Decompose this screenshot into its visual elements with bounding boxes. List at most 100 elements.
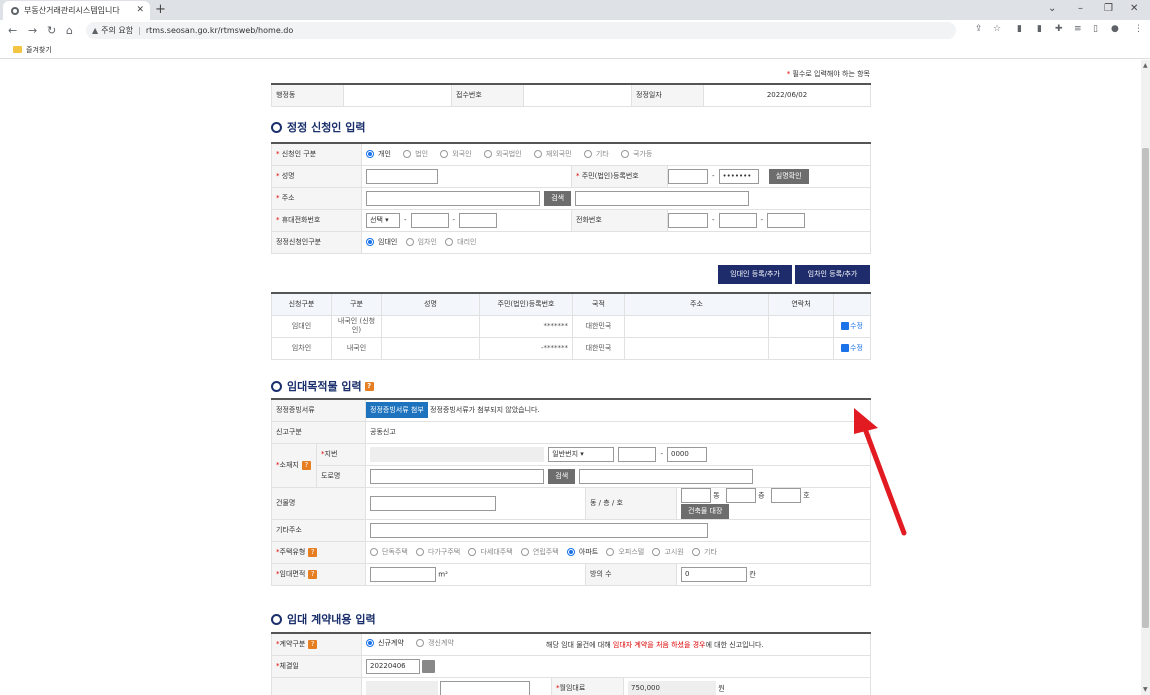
radio-gosiwon[interactable]: 고시원 [652,547,684,557]
help-icon[interactable]: ? [301,461,311,470]
restore-icon[interactable]: ❐ [1104,3,1113,14]
jibun-type-select[interactable]: 일반번지 ▾ [548,446,615,462]
radio-row-house[interactable]: 연립주택 [520,547,559,557]
close-window-icon[interactable]: ✕ [1130,3,1138,14]
address-search-button[interactable]: 검색 [544,190,572,206]
add-lessor-button[interactable]: 임대인 등록/추가 [718,265,792,284]
building-ledger-button[interactable]: 건축물 대장 [681,503,730,519]
calendar-icon[interactable] [422,659,435,673]
radio-apartment[interactable]: 아파트 [566,547,598,557]
etc-address-input[interactable] [370,522,709,538]
tab-search-icon[interactable]: ⌄ [1048,3,1056,14]
rooms-input[interactable]: 0 [681,566,748,582]
applicant-type-label: * 신청인 구분 [271,142,362,166]
radio-new-contract[interactable]: 신규계약 [366,638,404,648]
scroll-up-icon[interactable]: ▲ [1143,62,1148,69]
road-detail-input[interactable] [579,468,754,484]
extension-s-icon[interactable]: ▮ [1037,24,1042,34]
radio-other[interactable]: 기타 [583,149,609,159]
contract-type-label: *계약구분? [271,632,362,656]
name-input[interactable] [366,168,438,184]
radio-lessor[interactable]: 임대인 [366,237,397,247]
edit-link[interactable]: 수정 [841,321,863,331]
signing-date-input[interactable]: 20220406 [366,658,420,674]
home-icon[interactable]: ⌂ [66,24,73,37]
browser-tab[interactable]: 부동산거래관리시스템입니다 ✕ [3,1,150,20]
add-lessee-button[interactable]: 임차인 등록/추가 [795,265,870,284]
radio-individual[interactable]: 개인 [366,149,391,159]
help-icon[interactable]: ? [364,381,374,391]
mobile-last-input[interactable] [459,212,498,228]
reading-list-icon[interactable]: ≡ [1074,24,1082,34]
radio-overseas-korean[interactable]: 재외국민 [533,149,572,159]
building-name-input[interactable] [370,495,497,511]
real-name-check-button[interactable]: 실명확인 [768,168,809,184]
radio-foreign-corp[interactable]: 외국법인 [483,149,522,159]
mobile-prefix-select[interactable]: 선택 ▾ [366,212,400,228]
phone-first-input[interactable] [668,212,708,228]
address-detail-input[interactable] [575,190,750,206]
star-icon[interactable]: ☆ [993,24,1001,34]
circle-bullet-icon [271,121,282,133]
address-input[interactable] [366,190,540,206]
reload-icon[interactable]: ↻ [47,24,56,37]
jibun-sub-input[interactable]: 0000 [667,446,708,462]
monthly-rent-input[interactable]: 750,000 [628,680,716,695]
radio-multi-family[interactable]: 다가구주택 [416,547,460,557]
extension-icon[interactable]: ▮ [1017,24,1022,34]
radio-multiplex[interactable]: 다세대주택 [468,547,513,557]
correction-date-label: 정정일자 [631,83,704,107]
col-header-address: 주소 [624,292,769,316]
puzzle-icon[interactable]: ✚ [1055,24,1063,34]
help-icon[interactable]: ? [308,548,318,557]
edit-link[interactable]: 수정 [841,343,863,353]
scrollbar[interactable]: ▲ ▼ [1141,60,1150,695]
warning-icon: ▲ [92,26,99,35]
radio-house-other[interactable]: 기타 [692,547,717,557]
forward-icon[interactable]: → [28,24,37,37]
admin-dong-value [343,83,452,107]
row-type: 내국인 [331,336,382,360]
share-icon[interactable]: ⇪ [975,24,983,34]
scrollbar-thumb[interactable] [1142,148,1149,628]
scroll-down-icon[interactable]: ▼ [1143,686,1148,693]
minimize-icon[interactable]: – [1078,3,1083,14]
row-nationality: 대한민국 [572,336,625,360]
sidebar-icon[interactable]: ▯ [1093,24,1098,34]
area-input[interactable] [370,566,437,582]
radio-officetel[interactable]: 오피스텔 [606,547,644,557]
help-icon[interactable]: ? [308,640,318,650]
back-icon[interactable]: ← [8,24,17,37]
close-tab-icon[interactable]: ✕ [136,5,144,15]
radio-renewal-contract[interactable]: 갱신계약 [416,638,454,648]
attach-doc-button[interactable]: 정정증빙서류 첨부 [366,402,428,419]
profile-avatar-icon[interactable]: ● [1111,24,1119,34]
id-back-input[interactable]: ••••••• [718,168,759,184]
bookmark-folder[interactable]: 즐겨찾기 [26,45,52,55]
radio-state[interactable]: 국가등 [620,149,652,159]
ho-input[interactable] [770,487,801,503]
id-front-input[interactable] [668,168,708,184]
menu-icon[interactable]: ⋮ [1134,24,1143,34]
new-tab-icon[interactable]: + [155,2,166,17]
row-contact [768,336,834,360]
dong-input[interactable] [681,487,712,503]
road-address-input[interactable] [370,468,545,484]
road-search-button[interactable]: 검색 [548,468,576,484]
report-type-label: 신고구분 [270,420,367,444]
radio-detached[interactable]: 단독주택 [370,547,408,557]
jibun-main-input[interactable] [618,446,657,462]
help-icon[interactable]: ? [308,570,318,579]
name-label: * 성명 [271,164,362,188]
radio-lessee[interactable]: 임차인 [405,237,437,247]
phone-last-input[interactable] [767,212,806,228]
radio-foreigner[interactable]: 외국인 [440,149,472,159]
radio-corporation[interactable]: 법인 [403,149,428,159]
radio-agent[interactable]: 대리인 [445,237,476,247]
phone-mid-input[interactable] [718,212,757,228]
jibun-address-input[interactable] [370,446,545,462]
mobile-mid-input[interactable] [410,212,449,228]
floor-input[interactable] [725,487,756,503]
report-type-value: 공동신고 [365,420,872,444]
address-bar[interactable]: ▲ 주의 요함 | rtms.seosan.go.kr/rtmsweb/home… [86,22,956,39]
